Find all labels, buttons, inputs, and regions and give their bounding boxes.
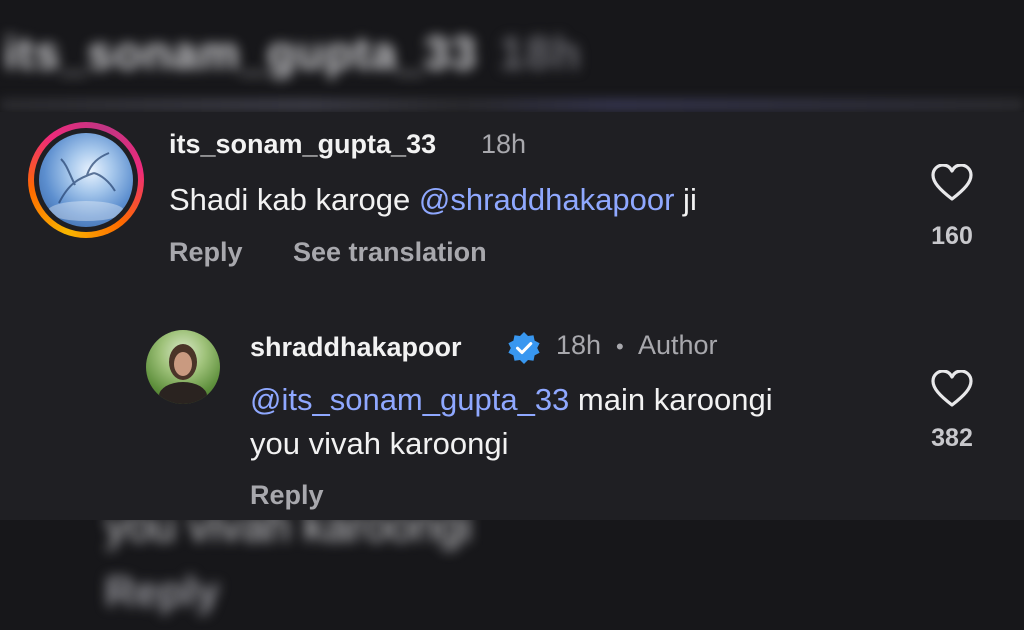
reply-reply-button[interactable]: Reply bbox=[250, 480, 324, 511]
comment-like-count: 160 bbox=[931, 222, 973, 250]
story-ring-avatar[interactable] bbox=[28, 122, 144, 238]
comment-timestamp: 18h bbox=[481, 129, 527, 159]
blurred-next-content: you vivah karoongi Reply bbox=[0, 520, 1024, 630]
comment-username[interactable]: its_sonam_gupta_33 bbox=[169, 129, 436, 160]
reply-button[interactable]: Reply bbox=[169, 237, 243, 268]
comment-thread: its_sonam_gupta_33 18h Shadi kab karoge … bbox=[0, 112, 1024, 520]
verified-badge-icon bbox=[508, 332, 540, 364]
comment-text-after: ji bbox=[674, 182, 697, 217]
reply-avatar[interactable] bbox=[146, 330, 220, 404]
blurred-username: its_sonam_gupta_33 18h bbox=[4, 27, 582, 79]
meta-separator: • bbox=[616, 334, 624, 359]
heart-outline-icon[interactable] bbox=[931, 370, 973, 408]
comment-text: Shadi kab karoge @shraddhakapoor ji bbox=[169, 178, 909, 222]
blurred-reply-label: Reply bbox=[105, 568, 220, 615]
reply-timestamp: 18h bbox=[556, 330, 602, 360]
reply-text-line2: you vivah karoongi bbox=[250, 426, 509, 461]
author-label: Author bbox=[638, 330, 718, 360]
avatar-photo bbox=[39, 133, 133, 227]
reply-username[interactable]: shraddhakapoor bbox=[250, 332, 462, 363]
comment-text-before: Shadi kab karoge bbox=[169, 182, 419, 217]
blurred-previous-comment: its_sonam_gupta_33 18h bbox=[0, 0, 1024, 112]
reply-mention-link[interactable]: @its_sonam_gupta_33 bbox=[250, 382, 569, 417]
heart-outline-icon[interactable] bbox=[931, 164, 973, 202]
comment-mention-link[interactable]: @shraddhakapoor bbox=[419, 182, 675, 217]
reply-text-line1: main karoongi bbox=[569, 382, 773, 417]
reply-text: @its_sonam_gupta_33 main karoongi you vi… bbox=[250, 378, 910, 466]
reply-like-count: 382 bbox=[931, 424, 973, 452]
blurred-text-line: you vivah karoongi bbox=[105, 520, 472, 551]
blurred-divider bbox=[0, 98, 1024, 112]
see-translation-button[interactable]: See translation bbox=[293, 237, 487, 268]
